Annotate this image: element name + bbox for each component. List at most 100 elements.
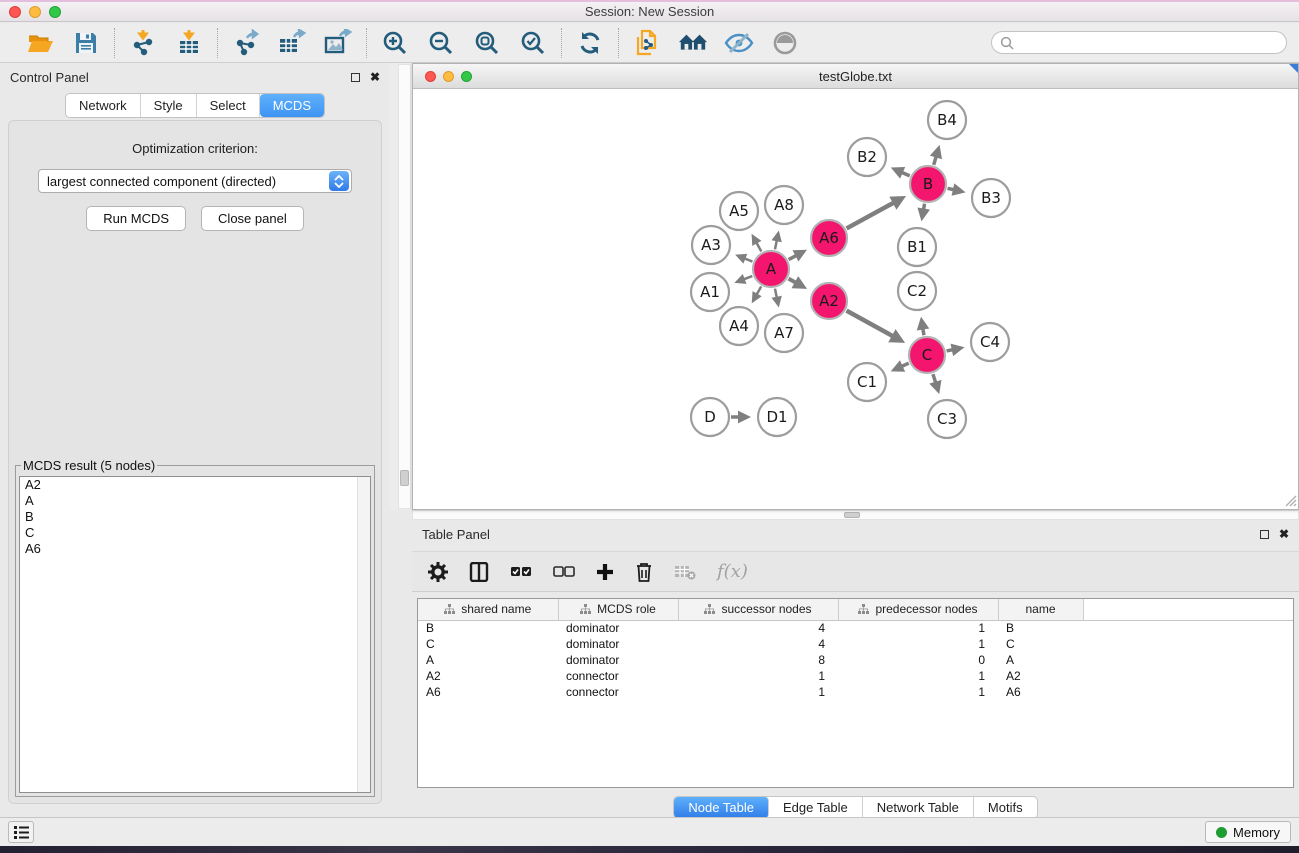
refresh-layout-icon[interactable] <box>575 28 605 58</box>
table-cell[interactable]: 1 <box>838 684 998 700</box>
table-cell[interactable]: A <box>418 652 558 668</box>
save-session-icon[interactable] <box>71 28 101 58</box>
graph-edge-B-B2[interactable] <box>902 172 910 176</box>
resize-grip-icon[interactable] <box>1283 493 1297 507</box>
table-cell[interactable]: A6 <box>998 684 1083 700</box>
table-cell[interactable]: dominator <box>558 636 678 652</box>
tab-motifs[interactable]: Motifs <box>974 797 1037 818</box>
table-cell[interactable]: A2 <box>998 668 1083 684</box>
tab-node-table[interactable]: Node Table <box>674 797 769 818</box>
graph-edge-C-C2[interactable] <box>923 329 924 336</box>
hscroll-thumb[interactable] <box>844 512 860 518</box>
column-header-predecessor-nodes[interactable]: predecessor nodes <box>838 599 998 620</box>
search-field[interactable] <box>991 31 1287 54</box>
export-table-icon[interactable] <box>277 28 307 58</box>
table-row[interactable]: Bdominator41B <box>418 620 1293 636</box>
zoom-out-icon[interactable] <box>426 28 456 58</box>
show-details-icon[interactable] <box>770 28 800 58</box>
column-header-name[interactable]: name <box>998 599 1083 620</box>
zoom-fit-icon[interactable] <box>472 28 502 58</box>
show-columns-icon[interactable] <box>469 562 489 582</box>
graph-edge-A-A4[interactable] <box>757 286 762 294</box>
column-header-MCDS-role[interactable]: MCDS role <box>558 599 678 620</box>
graph-edge-C-C3[interactable] <box>933 374 936 383</box>
import-table-icon[interactable] <box>174 28 204 58</box>
graph-edge-A6-B[interactable] <box>847 203 894 229</box>
zoom-selected-icon[interactable] <box>518 28 548 58</box>
column-header-successor-nodes[interactable]: successor nodes <box>678 599 838 620</box>
table-cell[interactable]: dominator <box>558 620 678 636</box>
desktop-horizontal-scrollbar[interactable] <box>412 510 1299 520</box>
tab-network[interactable]: Network <box>66 94 141 117</box>
graph-edge-A-A3[interactable] <box>744 258 752 261</box>
import-network-icon[interactable] <box>128 28 158 58</box>
criterion-select[interactable]: largest connected component (directed) <box>38 169 352 193</box>
graph-edge-A-A1[interactable] <box>744 276 753 279</box>
table-cell[interactable]: 4 <box>678 620 838 636</box>
table-cell[interactable]: 1 <box>678 684 838 700</box>
table-cell[interactable]: connector <box>558 684 678 700</box>
export-image-icon[interactable] <box>323 28 353 58</box>
delete-column-icon[interactable] <box>635 562 653 582</box>
table-cell[interactable]: 8 <box>678 652 838 668</box>
mcds-result-item[interactable]: C <box>20 525 370 541</box>
mcds-result-item[interactable]: A <box>20 493 370 509</box>
table-cell[interactable]: C <box>418 636 558 652</box>
close-panel-icon[interactable]: ✖ <box>370 71 380 83</box>
column-header-shared-name[interactable]: shared name <box>418 599 558 620</box>
select-all-icon[interactable] <box>510 566 532 578</box>
table-cell[interactable]: 1 <box>678 668 838 684</box>
add-column-icon[interactable] <box>596 563 614 581</box>
float-table-panel-icon[interactable] <box>1260 530 1269 539</box>
table-cell[interactable]: A6 <box>418 684 558 700</box>
table-cell[interactable]: A2 <box>418 668 558 684</box>
table-cell[interactable]: connector <box>558 668 678 684</box>
graph-edge-A2-C[interactable] <box>847 311 893 337</box>
close-panel-button[interactable]: Close panel <box>201 206 304 231</box>
duplicate-network-icon[interactable] <box>632 28 662 58</box>
graph-edge-B-B4[interactable] <box>934 156 936 164</box>
tab-mcds[interactable]: MCDS <box>260 94 324 117</box>
desktop-vertical-scrollbar[interactable] <box>398 64 411 509</box>
zoom-in-icon[interactable] <box>380 28 410 58</box>
export-network-icon[interactable] <box>231 28 261 58</box>
mcds-result-item[interactable]: B <box>20 509 370 525</box>
hide-details-icon[interactable] <box>724 28 754 58</box>
graph-edge-A-A2[interactable] <box>789 279 796 283</box>
graph-edge-A-A6[interactable] <box>789 255 797 259</box>
vscroll-thumb[interactable] <box>400 470 409 486</box>
float-panel-icon[interactable] <box>351 73 360 82</box>
tab-edge-table[interactable]: Edge Table <box>769 797 863 818</box>
graph-edge-A-A5[interactable] <box>756 243 761 252</box>
memory-button[interactable]: Memory <box>1205 821 1291 843</box>
table-row[interactable]: A6connector11A6 <box>418 684 1293 700</box>
table-cell[interactable]: B <box>998 620 1083 636</box>
settings-gear-icon[interactable] <box>428 562 448 582</box>
table-row[interactable]: Adominator80A <box>418 652 1293 668</box>
graph-edge-A-A8[interactable] <box>775 240 777 249</box>
tab-style[interactable]: Style <box>141 94 197 117</box>
mcds-result-item[interactable]: A6 <box>20 541 370 557</box>
deselect-all-icon[interactable] <box>553 566 575 578</box>
task-history-button[interactable] <box>8 821 34 843</box>
table-cell[interactable]: A <box>998 652 1083 668</box>
overview-homes-icon[interactable] <box>678 28 708 58</box>
close-table-panel-icon[interactable]: ✖ <box>1279 528 1289 540</box>
table-cell[interactable]: B <box>418 620 558 636</box>
mcds-result-list[interactable]: A2ABCA6 <box>19 476 371 793</box>
run-mcds-button[interactable]: Run MCDS <box>86 206 186 231</box>
table-row[interactable]: A2connector11A2 <box>418 668 1293 684</box>
table-cell[interactable]: 0 <box>838 652 998 668</box>
graph-edge-C-C1[interactable] <box>902 363 909 366</box>
table-cell[interactable]: 4 <box>678 636 838 652</box>
graph-edge-A-A7[interactable] <box>775 289 777 298</box>
table-cell[interactable]: 1 <box>838 636 998 652</box>
open-session-icon[interactable] <box>25 28 55 58</box>
network-graph[interactable]: B4B2BB3B1A5A8A6A3AA1A2C2A4A7CC1C4C3DD1 <box>413 89 1298 508</box>
network-canvas[interactable]: B4B2BB3B1A5A8A6A3AA1A2C2A4A7CC1C4C3DD1 <box>413 89 1298 508</box>
result-scrollbar[interactable] <box>357 477 370 792</box>
mcds-result-item[interactable]: A2 <box>20 477 370 493</box>
network-window-titlebar[interactable]: testGlobe.txt <box>413 64 1298 89</box>
table-cell[interactable]: C <box>998 636 1083 652</box>
tab-network-table[interactable]: Network Table <box>863 797 974 818</box>
